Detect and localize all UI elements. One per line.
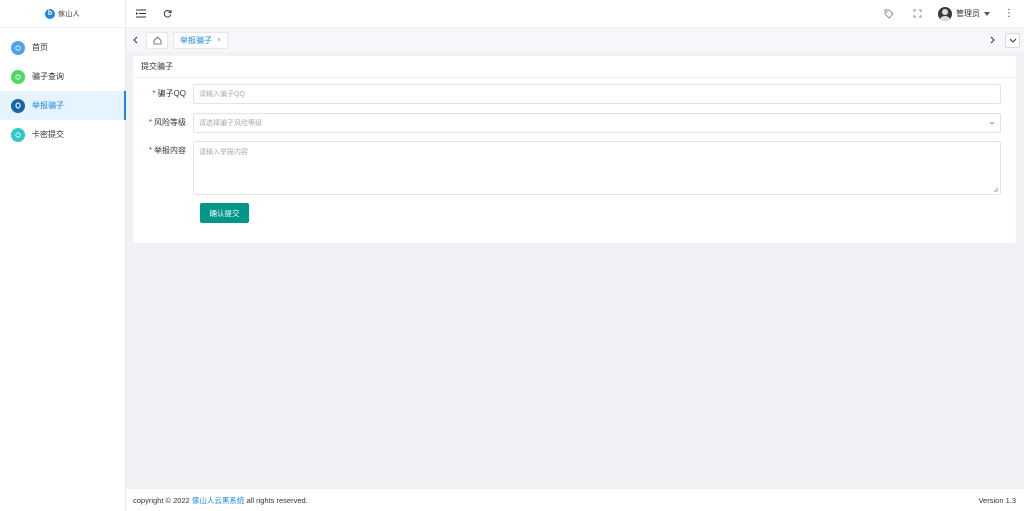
copyright-text: copyright © 2022 傢山人云黑系统 all rights rese… — [133, 495, 308, 506]
logo[interactable]: b 傢山人 — [0, 0, 125, 28]
copyright-prefix: copyright © 2022 — [133, 495, 192, 505]
risk-label-text: 风险等级 — [154, 118, 186, 127]
collapse-menu-icon[interactable] — [134, 7, 148, 21]
avatar — [938, 6, 952, 21]
risk-level-select[interactable]: 请选择骗子风险等级 — [193, 113, 1001, 133]
card-title: 提交骗子 — [133, 56, 1016, 78]
content-textarea[interactable]: 请输入举报内容 — [193, 141, 1001, 195]
user-name: 管理员 — [956, 9, 980, 18]
content-label: * 举报内容 — [133, 141, 193, 161]
report-form-card: 提交骗子 * 骗子QQ 请输入骗子QQ * 风险等级 请选择骗子风险等级 * 举报内容… — [133, 56, 1016, 243]
sidebar: b 傢山人 首页 骗子查询 举报骗子 卡密提交 — [0, 0, 126, 511]
version-text: Version 1.3 — [978, 495, 1016, 505]
required-mark: * — [148, 118, 152, 127]
copyright-suffix: all rights reserved. — [244, 495, 308, 505]
sidebar-item-home[interactable]: 首页 — [0, 33, 125, 62]
card-icon — [11, 127, 25, 142]
user-menu[interactable]: 管理员 — [938, 6, 990, 21]
tab-report-scammer[interactable]: 举报骗子 × — [173, 31, 229, 49]
sidebar-item-card-submit[interactable]: 卡密提交 — [0, 120, 125, 149]
top-header: 管理员 ⋮ — [126, 0, 1024, 28]
sidebar-item-scammer-search[interactable]: 骗子查询 — [0, 62, 125, 91]
home-icon — [11, 40, 25, 55]
resize-handle-icon[interactable] — [993, 187, 999, 193]
fullscreen-icon[interactable] — [910, 7, 924, 21]
risk-label: * 风险等级 — [133, 113, 193, 133]
content-placeholder: 请输入举报内容 — [199, 149, 248, 156]
footer: copyright © 2022 傢山人云黑系统 all rights rese… — [126, 489, 1024, 511]
sidebar-item-label: 卡密提交 — [32, 130, 64, 139]
tab-dropdown-button[interactable] — [1005, 32, 1020, 48]
qq-input[interactable]: 请输入骗子QQ — [193, 84, 1001, 104]
sidebar-menu: 首页 骗子查询 举报骗子 卡密提交 — [0, 33, 126, 149]
tab-label: 举报骗子 — [180, 35, 212, 45]
qq-label: * 骗子QQ — [133, 84, 193, 104]
submit-button[interactable]: 确认提交 — [200, 203, 249, 223]
footer-site-link[interactable]: 傢山人云黑系统 — [192, 496, 245, 505]
chevron-down-icon — [984, 11, 990, 16]
tag-icon[interactable] — [882, 7, 896, 21]
tab-bar: 举报骗子 × — [126, 28, 1024, 52]
required-mark: * — [148, 146, 152, 155]
risk-placeholder: 请选择骗子风险等级 — [199, 120, 262, 127]
close-icon[interactable]: × — [217, 37, 221, 44]
qq-form-row: * 骗子QQ 请输入骗子QQ — [133, 84, 1001, 104]
qq-label-text: 骗子QQ — [157, 89, 186, 98]
search-icon — [11, 69, 25, 84]
more-icon[interactable]: ⋮ — [1004, 8, 1014, 19]
refresh-icon[interactable] — [160, 7, 174, 21]
sidebar-item-label: 骗子查询 — [32, 72, 64, 81]
sidebar-item-label: 首页 — [32, 43, 48, 52]
chevron-right-icon[interactable] — [983, 28, 1001, 52]
sidebar-item-report-scammer[interactable]: 举报骗子 — [0, 91, 126, 120]
content-form-row: * 举报内容 请输入举报内容 — [133, 141, 1001, 195]
logo-mark: b — [45, 8, 56, 19]
sidebar-item-label: 举报骗子 — [32, 101, 64, 110]
report-icon — [11, 98, 25, 113]
risk-form-row: * 风险等级 请选择骗子风险等级 — [133, 113, 1001, 133]
required-mark: * — [152, 89, 156, 98]
qq-placeholder: 请输入骗子QQ — [199, 91, 245, 98]
tab-home[interactable] — [146, 31, 168, 49]
chevron-down-icon — [1009, 38, 1016, 43]
home-icon — [153, 35, 161, 44]
logo-text: 傢山人 — [58, 10, 80, 18]
chevron-down-icon — [989, 122, 995, 125]
content-label-text: 举报内容 — [154, 146, 186, 155]
chevron-left-icon[interactable] — [126, 28, 144, 52]
